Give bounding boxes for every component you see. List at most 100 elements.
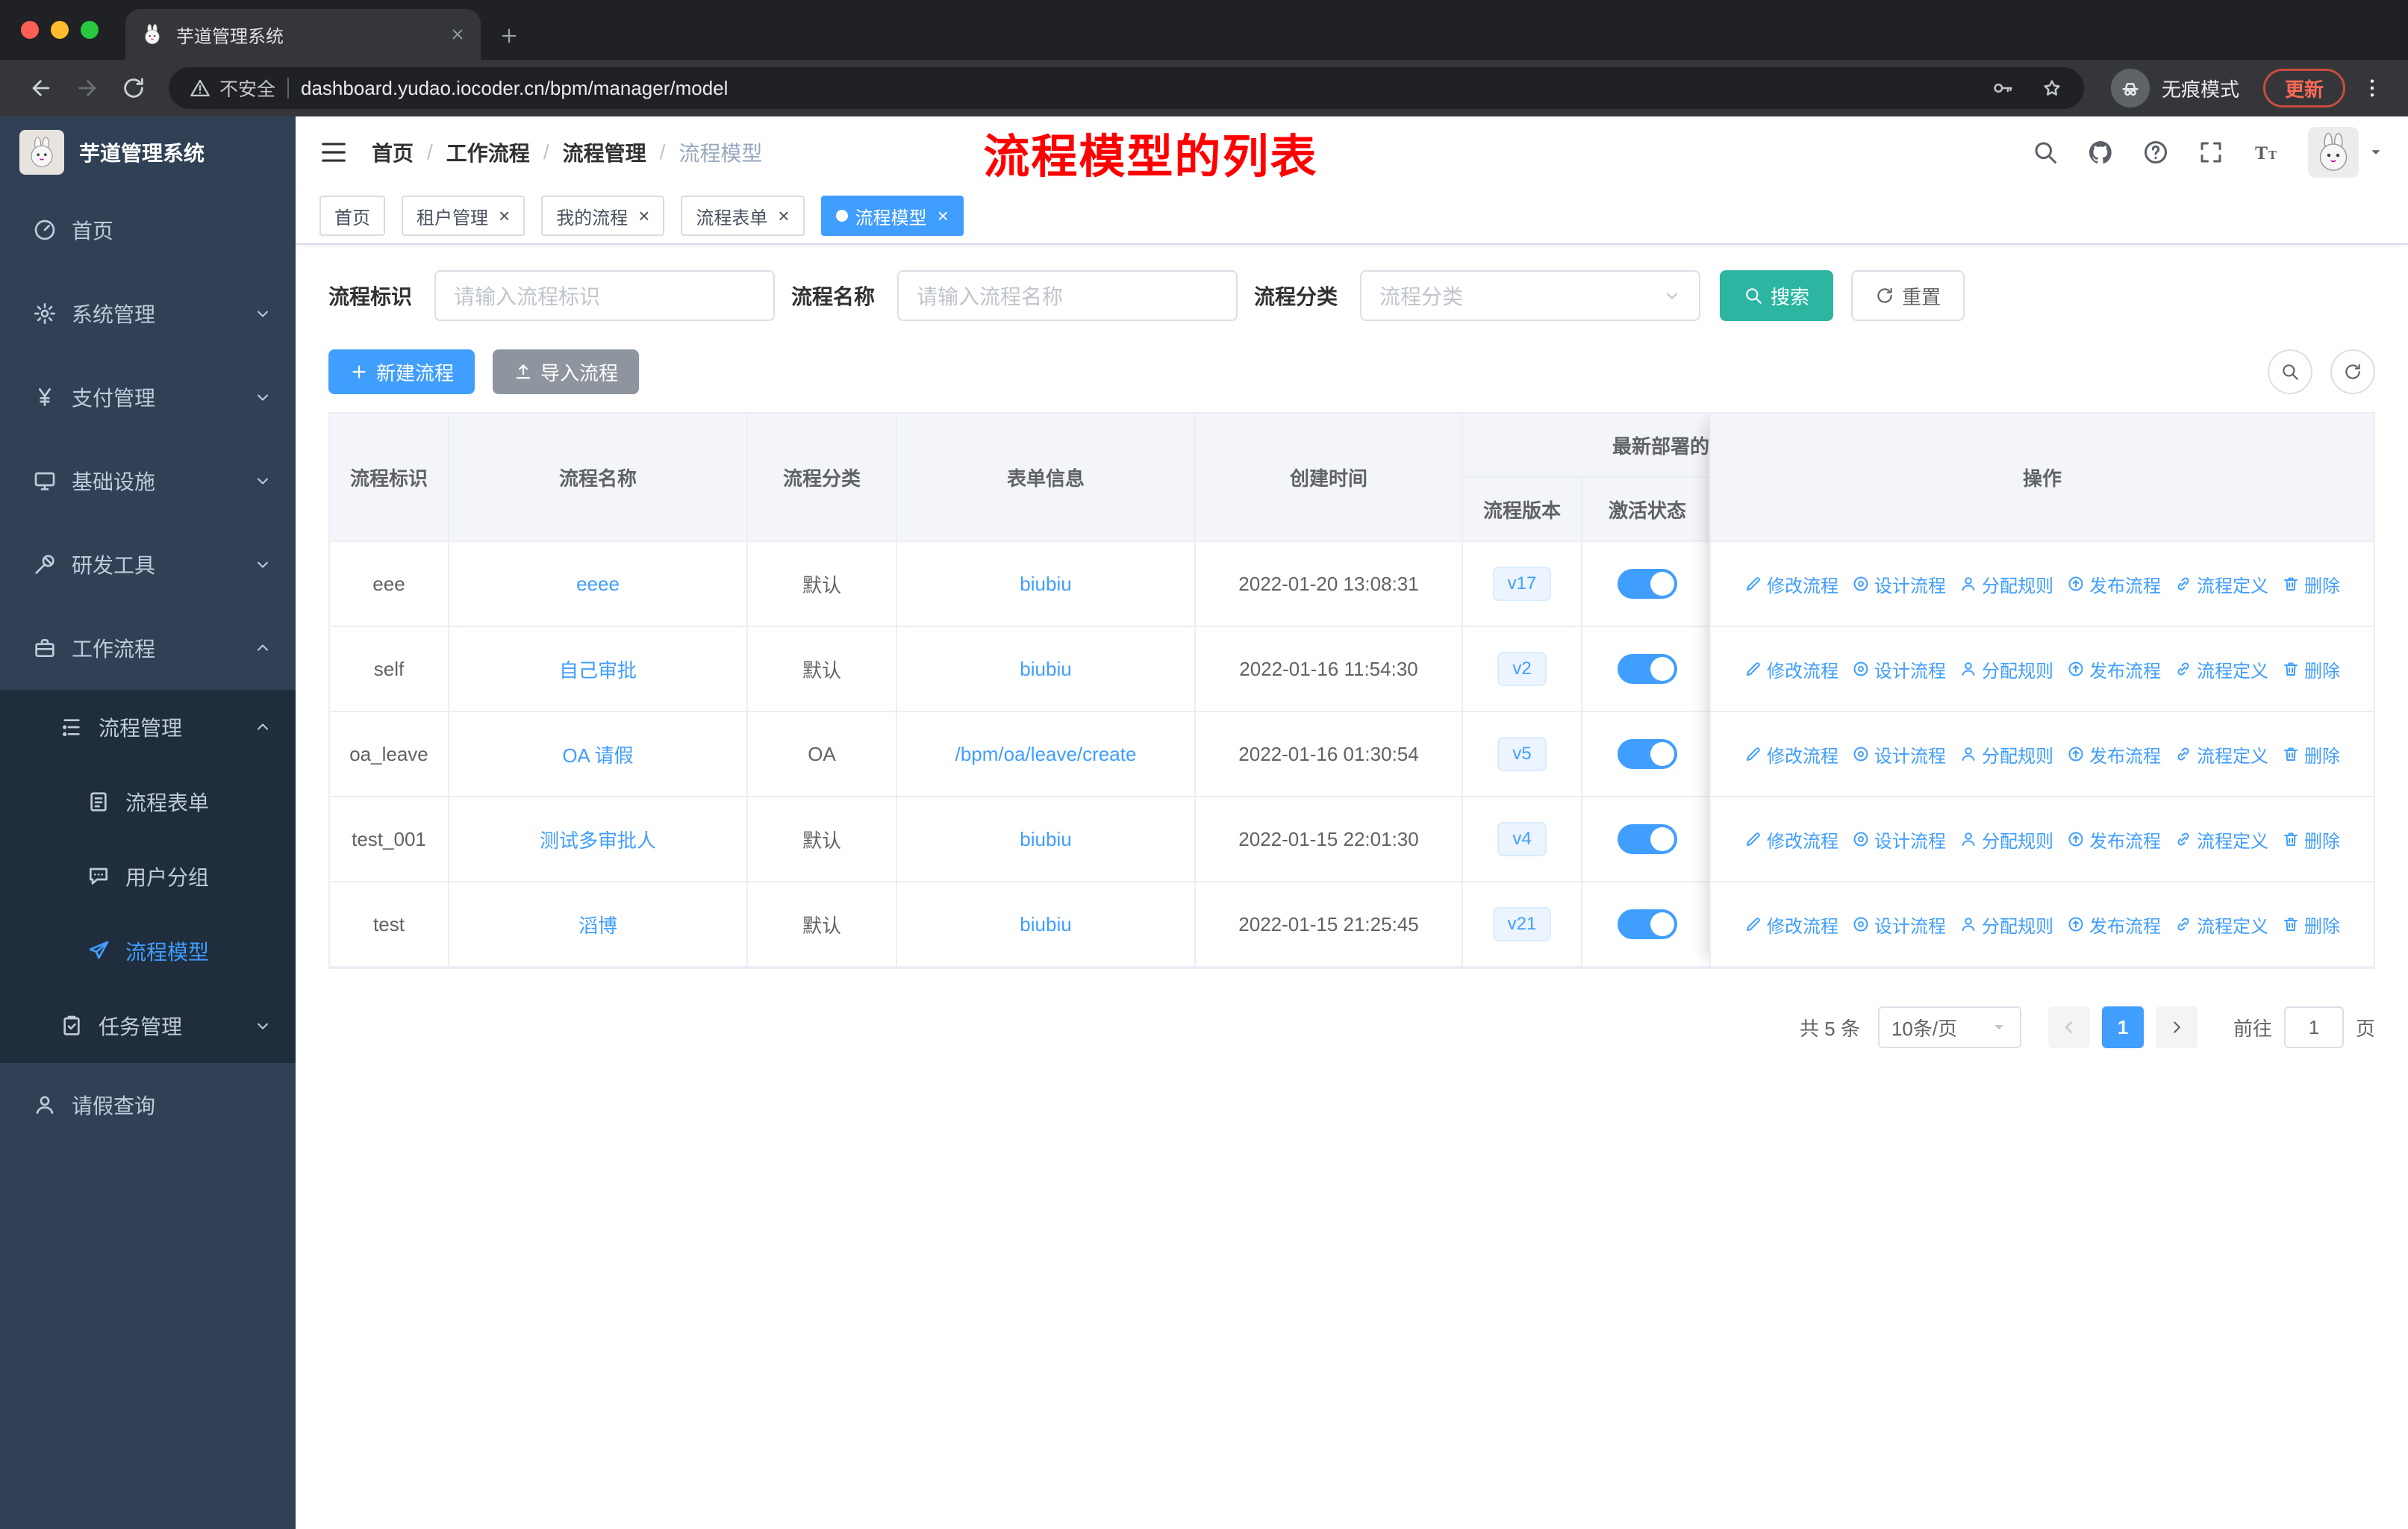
row-action-delete[interactable]: 删除 <box>2282 571 2340 597</box>
breadcrumb-item[interactable]: 流程管理 <box>563 137 646 167</box>
sidebar-item-infrastructure[interactable]: 基础设施 <box>0 439 296 523</box>
search-icon[interactable] <box>2032 139 2059 166</box>
forward-button[interactable] <box>64 75 110 101</box>
app-logo[interactable]: 芋道管理系统 <box>0 116 296 188</box>
row-action-publish[interactable]: 发布流程 <box>2067 571 2161 597</box>
row-action-definition[interactable]: 流程定义 <box>2174 826 2268 853</box>
font-size-icon[interactable]: TT <box>2253 139 2280 166</box>
process-key-input[interactable]: 请输入流程标识 <box>434 270 776 321</box>
tab-close-icon[interactable] <box>449 26 466 43</box>
row-action-publish[interactable]: 发布流程 <box>2067 741 2161 767</box>
next-page-button[interactable] <box>2155 1006 2198 1048</box>
goto-page-input[interactable] <box>2283 1006 2344 1048</box>
tag-tenant[interactable]: 租户管理 × <box>402 196 525 236</box>
sidebar-item-task-management[interactable]: 任务管理 <box>0 988 296 1063</box>
breadcrumb-item[interactable]: 工作流程 <box>446 137 530 167</box>
sidebar-item-user-group[interactable]: 用户分组 <box>0 839 296 914</box>
active-toggle[interactable] <box>1618 569 1677 599</box>
process-category-select[interactable]: 流程分类 <box>1360 270 1701 321</box>
process-name-link[interactable]: eeee <box>576 573 620 596</box>
security-label[interactable]: 不安全 <box>190 75 275 102</box>
sidebar-item-process-form[interactable]: 流程表单 <box>0 764 296 839</box>
row-action-design[interactable]: 设计流程 <box>1852 571 1946 597</box>
collapse-sidebar-icon[interactable] <box>319 138 348 166</box>
row-action-assign[interactable]: 分配规则 <box>1959 656 2053 682</box>
github-icon[interactable] <box>2087 139 2114 166</box>
row-action-assign[interactable]: 分配规则 <box>1959 912 2053 938</box>
sidebar-item-process-model[interactable]: 流程模型 <box>0 914 296 988</box>
back-button[interactable] <box>18 75 64 101</box>
sidebar-item-leave-query[interactable]: 请假查询 <box>0 1063 296 1147</box>
form-info-link[interactable]: /bpm/oa/leave/create <box>955 743 1137 766</box>
row-action-definition[interactable]: 流程定义 <box>2174 571 2268 597</box>
row-action-publish[interactable]: 发布流程 <box>2067 826 2161 853</box>
row-action-delete[interactable]: 删除 <box>2282 741 2340 767</box>
row-action-edit[interactable]: 修改流程 <box>1744 912 1838 938</box>
row-action-assign[interactable]: 分配规则 <box>1959 571 2053 597</box>
active-toggle[interactable] <box>1618 739 1677 769</box>
sidebar-item-process-management[interactable]: 流程管理 <box>0 690 296 764</box>
sidebar-item-home[interactable]: 首页 <box>0 188 296 272</box>
browser-tab[interactable]: 芋道管理系统 <box>125 9 481 60</box>
tag-home[interactable]: 首页 <box>319 196 385 236</box>
form-info-link[interactable]: biubiu <box>1020 913 1071 936</box>
sidebar-item-system[interactable]: 系统管理 <box>0 272 296 355</box>
row-action-publish[interactable]: 发布流程 <box>2067 656 2161 682</box>
breadcrumb-item[interactable]: 首页 <box>372 137 414 167</box>
process-name-link[interactable]: OA 请假 <box>562 741 633 768</box>
row-action-edit[interactable]: 修改流程 <box>1744 741 1838 767</box>
window-controls[interactable] <box>0 0 113 60</box>
row-action-definition[interactable]: 流程定义 <box>2174 656 2268 682</box>
show-search-button[interactable] <box>2268 349 2312 394</box>
reload-button[interactable] <box>110 75 157 101</box>
row-action-delete[interactable]: 删除 <box>2282 656 2340 682</box>
browser-menu-icon[interactable] <box>2354 76 2390 100</box>
process-name-link[interactable]: 滔博 <box>578 911 617 938</box>
reset-button[interactable]: 重置 <box>1851 270 1965 321</box>
process-name-link[interactable]: 测试多审批人 <box>540 826 656 853</box>
tag-close-icon[interactable]: × <box>499 206 510 225</box>
page-1-button[interactable]: 1 <box>2101 1006 2144 1048</box>
tag-close-icon[interactable]: × <box>938 206 949 225</box>
tag-process-model[interactable]: 流程模型 × <box>820 196 964 236</box>
minimize-window-button[interactable] <box>51 21 69 39</box>
process-name-link[interactable]: 自己审批 <box>559 655 637 683</box>
row-action-design[interactable]: 设计流程 <box>1852 741 1946 767</box>
tag-process-form[interactable]: 流程表单 × <box>681 196 805 236</box>
maximize-window-button[interactable] <box>81 21 99 39</box>
user-avatar-menu[interactable] <box>2308 127 2384 178</box>
search-button[interactable]: 搜索 <box>1720 270 1834 321</box>
row-action-assign[interactable]: 分配规则 <box>1959 741 2053 767</box>
import-process-button[interactable]: 导入流程 <box>493 349 640 394</box>
form-info-link[interactable]: biubiu <box>1020 658 1071 681</box>
form-info-link[interactable]: biubiu <box>1020 573 1071 596</box>
sidebar-item-workflow[interactable]: 工作流程 <box>0 606 296 690</box>
tag-my-process[interactable]: 我的流程 × <box>541 196 665 236</box>
active-toggle[interactable] <box>1618 654 1677 684</box>
row-action-definition[interactable]: 流程定义 <box>2174 912 2268 938</box>
active-toggle[interactable] <box>1618 824 1677 854</box>
password-key-icon[interactable] <box>1991 77 2014 99</box>
page-size-select[interactable]: 10条/页 <box>1877 1006 2021 1048</box>
update-button[interactable]: 更新 <box>2262 69 2345 108</box>
row-action-edit[interactable]: 修改流程 <box>1744 826 1838 853</box>
row-action-assign[interactable]: 分配规则 <box>1959 826 2053 853</box>
row-action-definition[interactable]: 流程定义 <box>2174 741 2268 767</box>
prev-page-button[interactable] <box>2047 1006 2090 1048</box>
row-action-delete[interactable]: 删除 <box>2282 912 2340 938</box>
row-action-design[interactable]: 设计流程 <box>1852 912 1946 938</box>
close-window-button[interactable] <box>21 21 39 39</box>
row-action-publish[interactable]: 发布流程 <box>2067 912 2161 938</box>
tag-close-icon[interactable]: × <box>778 206 789 225</box>
process-name-input[interactable]: 请输入流程名称 <box>897 270 1238 321</box>
row-action-edit[interactable]: 修改流程 <box>1744 571 1838 597</box>
sidebar-item-devtools[interactable]: 研发工具 <box>0 523 296 606</box>
refresh-table-button[interactable] <box>2330 349 2375 394</box>
row-action-design[interactable]: 设计流程 <box>1852 826 1946 853</box>
row-action-design[interactable]: 设计流程 <box>1852 656 1946 682</box>
active-toggle[interactable] <box>1618 909 1677 939</box>
bookmark-star-icon[interactable] <box>2041 77 2063 99</box>
sidebar-item-payment[interactable]: 支付管理 <box>0 355 296 439</box>
row-action-delete[interactable]: 删除 <box>2282 826 2340 853</box>
row-action-edit[interactable]: 修改流程 <box>1744 656 1838 682</box>
